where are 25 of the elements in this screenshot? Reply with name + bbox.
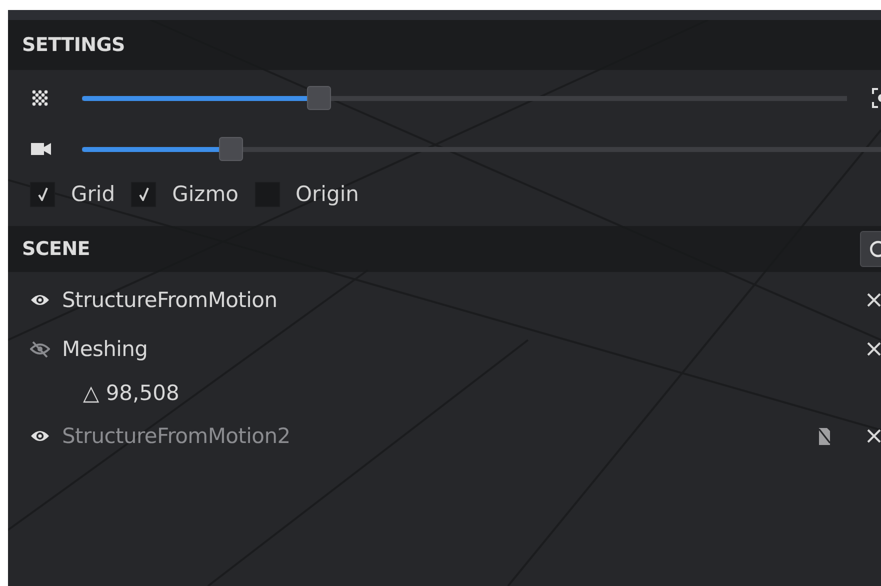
- dots-icon: [31, 89, 49, 107]
- eye-icon[interactable]: [30, 429, 50, 443]
- node-name[interactable]: Meshing: [62, 337, 148, 361]
- node-name[interactable]: StructureFromMotion2: [62, 424, 290, 448]
- camera-icon: [31, 142, 51, 156]
- section-title: SETTINGS: [22, 34, 125, 56]
- slider-thumb[interactable]: [219, 137, 244, 161]
- close-icon: [866, 428, 881, 444]
- eye-icon[interactable]: [30, 293, 50, 307]
- triangle-count: △ 98,508: [83, 381, 180, 405]
- no-file-icon: [818, 427, 832, 446]
- refresh-icon: [868, 240, 881, 258]
- checkbox-label: Gizmo: [172, 182, 239, 206]
- check-icon: [38, 187, 48, 201]
- checkbox-label: Grid: [71, 182, 116, 206]
- check-icon: [138, 187, 149, 201]
- eye-off-icon[interactable]: [30, 340, 50, 358]
- section-title: SCENE: [22, 238, 90, 260]
- checkbox-label: Origin: [296, 182, 359, 206]
- slider-thumb[interactable]: [307, 86, 332, 110]
- checkbox[interactable]: [131, 182, 156, 206]
- checkbox[interactable]: [30, 182, 55, 206]
- close-icon: [866, 341, 881, 357]
- node-name[interactable]: StructureFromMotion: [62, 288, 278, 312]
- close-icon: [866, 292, 881, 308]
